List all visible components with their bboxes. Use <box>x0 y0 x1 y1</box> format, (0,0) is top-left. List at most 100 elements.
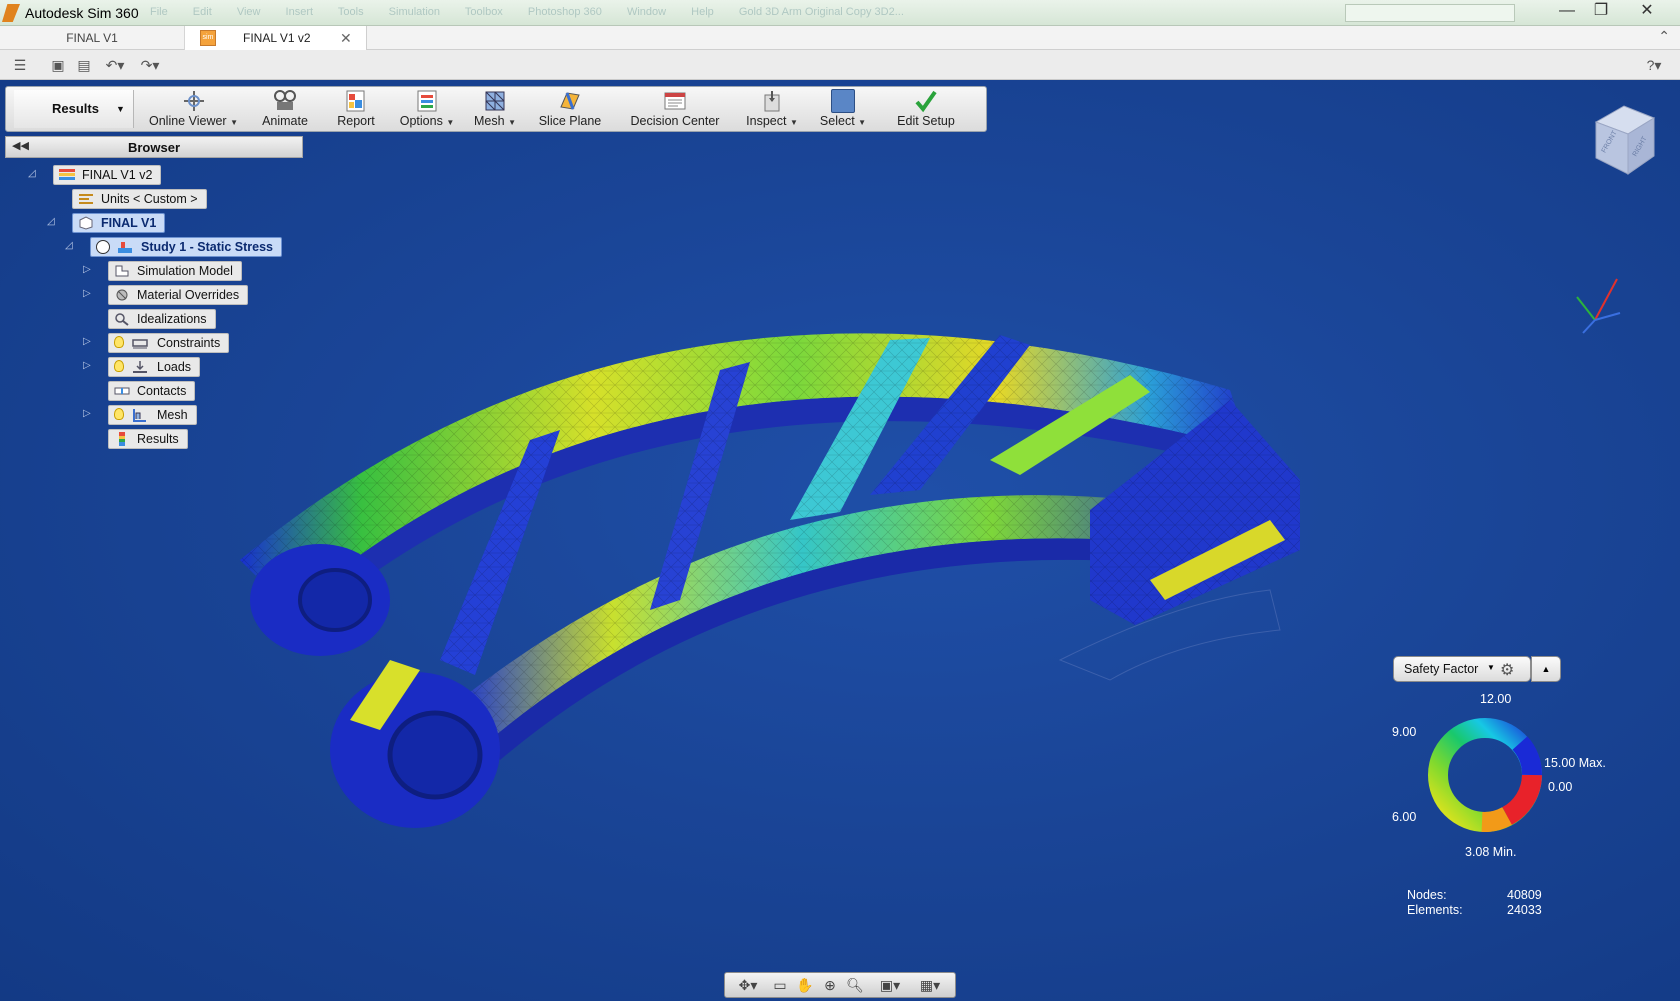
options-button[interactable]: Options ▼ <box>396 89 458 131</box>
menu-file[interactable]: File <box>150 6 168 18</box>
close-tab-icon[interactable]: ✕ <box>340 26 352 50</box>
contacts-icon <box>114 387 130 395</box>
pan-icon[interactable]: ✋ <box>795 976 815 994</box>
menu-photoshop[interactable]: Photoshop 360 <box>528 6 602 18</box>
workspace-label: Results <box>52 101 99 116</box>
menu-help[interactable]: Help <box>691 6 714 18</box>
look-at-icon[interactable]: ▭ <box>770 976 790 994</box>
button-label: Select <box>819 114 855 128</box>
collapse-icon[interactable]: ◿ <box>65 240 77 252</box>
quick-access-toolbar: ☰ ▣ ▤ ↶▾ ↷▾ ?▾ <box>0 50 1680 80</box>
elements-label: Elements: <box>1407 903 1463 917</box>
restore-button[interactable]: ❐ <box>1584 0 1618 24</box>
tree-node[interactable]: Contacts <box>108 381 196 401</box>
undo-icon[interactable]: ↶▾ <box>100 55 130 75</box>
material-icon <box>116 289 128 301</box>
tree-node[interactable]: FINAL V1 <box>72 213 166 233</box>
menu-edit[interactable]: Edit <box>193 6 212 18</box>
report-button[interactable]: Report <box>328 89 384 131</box>
browser-panel-header[interactable]: ◀◀ Browser <box>5 136 303 158</box>
active-study-radio-icon[interactable] <box>96 240 110 254</box>
app-logo-icon <box>2 4 20 22</box>
expand-icon[interactable]: ▷ <box>83 264 95 276</box>
application-menu-strip: File Edit View Insert Tools Simulation T… <box>150 6 1430 20</box>
tree-node[interactable]: Loads <box>108 357 201 377</box>
legend-tick-12: 12.00 <box>1480 692 1512 706</box>
chevron-down-icon: ▼ <box>116 104 125 114</box>
tree-label: Mesh <box>157 408 188 422</box>
expand-icon[interactable]: ▷ <box>83 408 95 420</box>
navigation-bar: ✥▾ ▭ ✋ ⊕ 🔍︎ ▣▾ ▦▾ <box>724 972 956 998</box>
tree-label: Simulation Model <box>137 264 233 278</box>
results-icon <box>119 432 125 446</box>
expand-icon[interactable]: ▷ <box>83 336 95 348</box>
mesh-statistics: Nodes: 40809 Elements: 24033 <box>1407 888 1542 918</box>
tab-final-v1[interactable]: FINAL V1 <box>0 26 185 50</box>
visibility-bulb-icon[interactable] <box>114 360 124 372</box>
zoom-icon[interactable]: ⊕ <box>820 976 840 994</box>
tab-label: FINAL V1 v2 <box>243 31 311 45</box>
tree-node[interactable]: Constraints <box>108 333 230 353</box>
mesh-button[interactable]: Mesh ▼ <box>469 89 521 131</box>
menu-insert[interactable]: Insert <box>286 6 314 18</box>
save-as-icon[interactable]: ▤ <box>74 55 94 75</box>
stress-result-model[interactable] <box>230 280 1410 920</box>
menu-window[interactable]: Window <box>627 6 666 18</box>
view-cube[interactable]: FRONT RIGHT <box>1588 100 1660 180</box>
tree-node[interactable]: Simulation Model <box>108 261 242 281</box>
search-commands-input[interactable] <box>1345 4 1515 22</box>
tree-node[interactable]: Units < Custom > <box>72 189 207 209</box>
save-icon[interactable]: ▣ <box>48 55 68 75</box>
legend-collapse-button[interactable]: ▲ <box>1531 656 1561 682</box>
inspect-button[interactable]: Inspect ▼ <box>741 89 803 131</box>
tree-node[interactable]: Mesh <box>108 405 197 425</box>
gear-icon[interactable]: ⚙ <box>1500 660 1514 680</box>
elements-value: 24033 <box>1507 903 1542 917</box>
button-label: Edit Setup <box>897 114 955 128</box>
select-button[interactable]: Select ▼ <box>814 89 872 131</box>
edit-setup-button[interactable]: Edit Setup <box>886 89 966 131</box>
collapse-ribbon-icon[interactable]: ⌃ <box>1658 28 1670 45</box>
expand-icon[interactable]: ▷ <box>83 288 95 300</box>
online-viewer-button[interactable]: Online Viewer ▼ <box>146 89 241 131</box>
grid-settings-icon[interactable]: ▦▾ <box>915 976 945 994</box>
close-window-button[interactable]: ✕ <box>1630 0 1664 24</box>
button-label: Report <box>337 114 375 128</box>
help-icon[interactable]: ?▾ <box>1634 55 1674 75</box>
tree-node[interactable]: Idealizations <box>108 309 216 329</box>
animate-button[interactable]: Animate <box>254 89 316 131</box>
menu-tools[interactable]: Tools <box>338 6 364 18</box>
menu-simulation[interactable]: Simulation <box>389 6 440 18</box>
collapse-icon[interactable]: ◿ <box>47 216 59 228</box>
menu-toolbox[interactable]: Toolbox <box>465 6 503 18</box>
hamburger-menu-icon[interactable]: ☰ <box>10 55 30 75</box>
online-viewer-icon <box>183 91 204 111</box>
slice-plane-button[interactable]: Slice Plane <box>533 89 607 131</box>
menu-view[interactable]: View <box>237 6 261 18</box>
result-type-selector[interactable]: Safety Factor ▼ ⚙ <box>1393 656 1531 682</box>
decision-center-button[interactable]: Decision Center <box>626 89 724 131</box>
zoom-window-icon[interactable]: 🔍︎ <box>845 976 865 994</box>
minimize-button[interactable]: — <box>1550 0 1584 24</box>
redo-icon[interactable]: ↷▾ <box>135 55 165 75</box>
legend-tick-6: 6.00 <box>1392 810 1417 824</box>
workspace-selector[interactable]: Results ▼ <box>14 90 134 128</box>
legend-tick-min: 3.08 Min. <box>1465 845 1517 859</box>
display-settings-icon[interactable]: ▣▾ <box>875 976 905 994</box>
tree-node[interactable]: Study 1 - Static Stress <box>90 237 282 257</box>
button-label: Online Viewer <box>149 114 227 128</box>
button-label: Mesh <box>474 114 505 128</box>
tree-node[interactable]: Material Overrides <box>108 285 249 305</box>
expand-icon[interactable]: ▷ <box>83 360 95 372</box>
tab-final-v1-v2[interactable]: sim FINAL V1 v2 ✕ <box>185 26 367 50</box>
collapse-icon[interactable]: ◿ <box>28 168 40 180</box>
checkmark-icon <box>915 90 937 113</box>
visibility-bulb-icon[interactable] <box>114 408 124 420</box>
tree-label: Study 1 - Static Stress <box>141 240 273 254</box>
constraints-icon <box>132 339 148 349</box>
tree-node[interactable]: FINAL V1 v2 <box>53 165 162 185</box>
tree-label: FINAL V1 <box>101 216 157 230</box>
orbit-icon[interactable]: ✥▾ <box>733 976 763 994</box>
tree-node[interactable]: Results <box>108 429 188 449</box>
visibility-bulb-icon[interactable] <box>114 336 124 348</box>
